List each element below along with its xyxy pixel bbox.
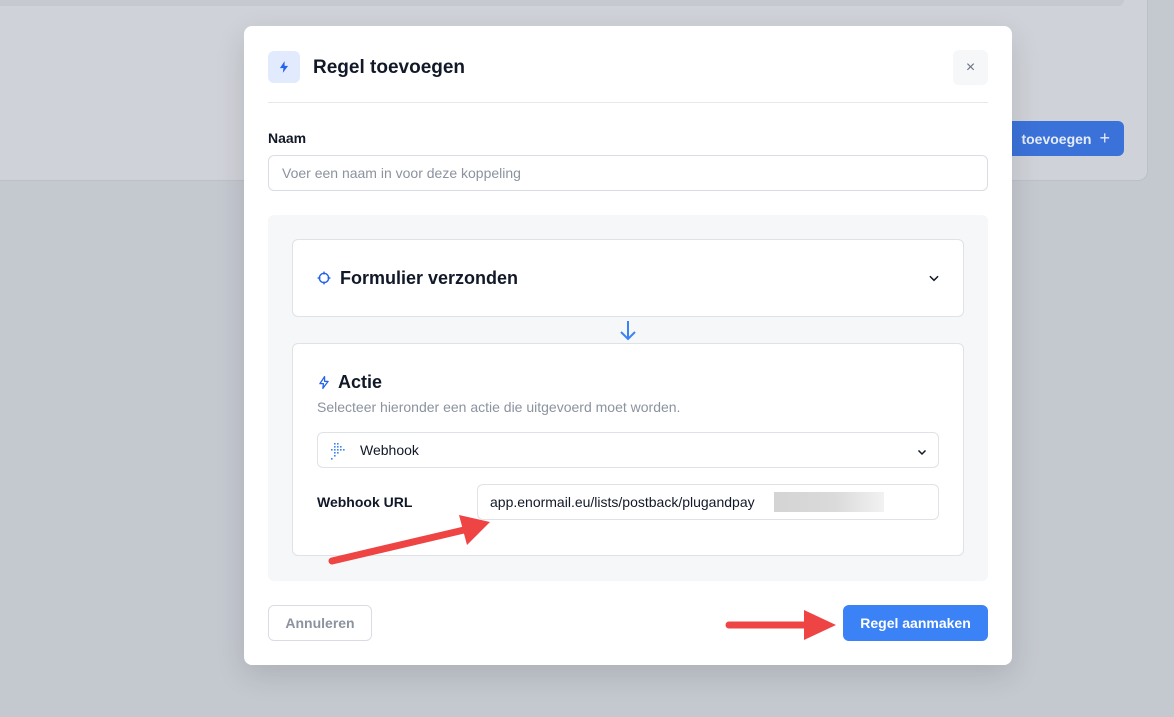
action-subtitle: Selecteer hieronder een actie die uitgev…	[317, 399, 681, 415]
crosshair-icon	[317, 271, 331, 290]
action-card: Actie Selecteer hieronder een actie die …	[292, 343, 964, 556]
name-label: Naam	[268, 130, 307, 146]
rule-flow-panel: Formulier verzonden Actie Selecteer hier…	[268, 215, 988, 581]
background-top-strip	[0, 0, 1124, 6]
action-select[interactable]: Webhook	[317, 432, 939, 468]
close-icon: ×	[965, 58, 976, 76]
bolt-icon	[268, 51, 300, 83]
webhook-url-value: app.enormail.eu/lists/postback/plugandpa…	[490, 494, 755, 510]
action-title: Actie	[338, 372, 383, 392]
modal-header: Regel toevoegen ×	[268, 50, 988, 103]
create-rule-button[interactable]: Regel aanmaken	[843, 605, 988, 641]
plus-icon: +	[1099, 128, 1110, 148]
trigger-title: Formulier verzonden	[340, 268, 519, 288]
webhook-icon	[330, 442, 346, 465]
add-rule-modal: Regel toevoegen × Naam Formulier verzond…	[244, 26, 1012, 665]
trigger-card[interactable]: Formulier verzonden	[292, 239, 964, 317]
background-add-button-label: toevoegen	[1021, 130, 1092, 147]
name-input[interactable]	[268, 155, 988, 191]
chevron-down-icon	[916, 445, 928, 463]
webhook-url-input[interactable]: app.enormail.eu/lists/postback/plugandpa…	[477, 484, 939, 520]
webhook-url-label: Webhook URL	[317, 494, 413, 510]
modal-title: Regel toevoegen	[313, 57, 466, 78]
close-button[interactable]: ×	[953, 50, 988, 85]
action-select-value: Webhook	[360, 442, 419, 458]
cancel-button[interactable]: Annuleren	[268, 605, 372, 641]
chevron-down-icon[interactable]	[927, 271, 941, 290]
bolt-icon	[317, 375, 331, 395]
redacted-url-part	[774, 492, 884, 512]
